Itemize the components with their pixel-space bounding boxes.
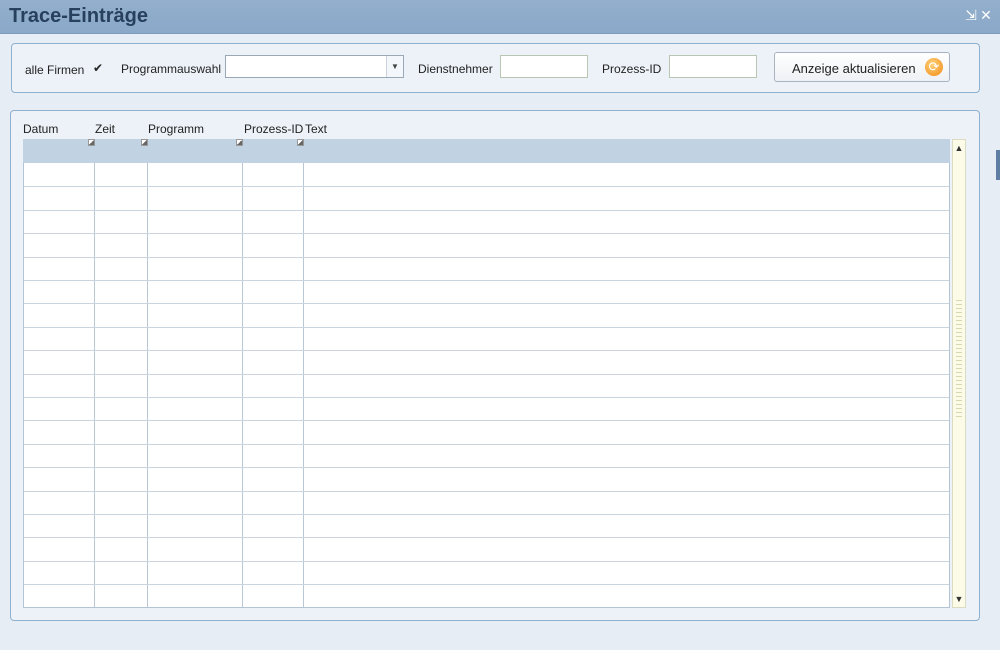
all-companies-label: alle Firmen (25, 63, 85, 77)
chevron-down-icon[interactable]: ▼ (386, 56, 403, 77)
window-titlebar: Trace-Einträge ⇲ ✕ (0, 0, 1000, 34)
refresh-button[interactable]: Anzeige aktualisieren ⟳ (774, 52, 950, 82)
process-id-input[interactable] (669, 55, 757, 78)
all-companies-checkbox[interactable]: ✔ (92, 62, 104, 74)
column-divider (242, 163, 243, 607)
window-title: Trace-Einträge (9, 5, 148, 27)
table-row-divider (24, 303, 949, 304)
table-row-divider (24, 280, 949, 281)
table-row-divider (24, 537, 949, 538)
employee-label: Dienstnehmer (418, 62, 493, 76)
filter-panel: alle Firmen ✔ Programmauswahl ▼ Dienstne… (11, 43, 980, 93)
filter-programm-icon[interactable] (236, 139, 243, 146)
program-select[interactable]: ▼ (225, 55, 404, 78)
column-header-datum[interactable]: Datum (23, 122, 58, 136)
close-icon[interactable]: ✕ (979, 7, 993, 23)
column-filter-row (23, 139, 950, 163)
filter-prozess-id-icon[interactable] (297, 139, 304, 146)
table-row-divider (24, 186, 949, 187)
column-divider (147, 163, 148, 607)
employee-input[interactable] (500, 55, 588, 78)
process-id-label: Prozess-ID (602, 62, 662, 76)
window-edge (996, 150, 1000, 180)
table-row-divider (24, 210, 949, 211)
table-row-divider (24, 374, 949, 375)
scroll-down-icon[interactable]: ▼ (953, 593, 965, 605)
table-row-divider (24, 350, 949, 351)
filter-zeit-icon[interactable] (141, 139, 148, 146)
scroll-up-icon[interactable]: ▲ (953, 142, 965, 154)
trace-table-grid[interactable] (23, 163, 950, 608)
trace-table-panel: Datum Zeit Programm Prozess-ID Text ▲ ▼ (10, 110, 980, 621)
table-row-divider (24, 397, 949, 398)
column-header-zeit[interactable]: Zeit (95, 122, 115, 136)
table-row-divider (24, 467, 949, 468)
table-row-divider (24, 327, 949, 328)
vertical-scrollbar[interactable]: ▲ ▼ (952, 139, 966, 608)
column-header-prozess-id[interactable]: Prozess-ID (244, 122, 303, 136)
column-header-programm[interactable]: Programm (148, 122, 204, 136)
table-row-divider (24, 491, 949, 492)
column-divider (94, 163, 95, 607)
table-row-divider (24, 514, 949, 515)
table-row-divider (24, 420, 949, 421)
program-label: Programmauswahl (121, 62, 222, 76)
column-header-text[interactable]: Text (305, 122, 327, 136)
table-row-divider (24, 233, 949, 234)
table-row-divider (24, 444, 949, 445)
table-row-divider (24, 257, 949, 258)
column-divider (303, 163, 304, 607)
refresh-button-label: Anzeige aktualisieren (792, 61, 916, 76)
scrollbar-grip[interactable] (956, 300, 962, 420)
minimize-icon[interactable]: ⇲ (964, 7, 978, 23)
table-row-divider (24, 561, 949, 562)
table-row-divider (24, 584, 949, 585)
refresh-icon: ⟳ (925, 58, 943, 76)
filter-datum-icon[interactable] (88, 139, 95, 146)
